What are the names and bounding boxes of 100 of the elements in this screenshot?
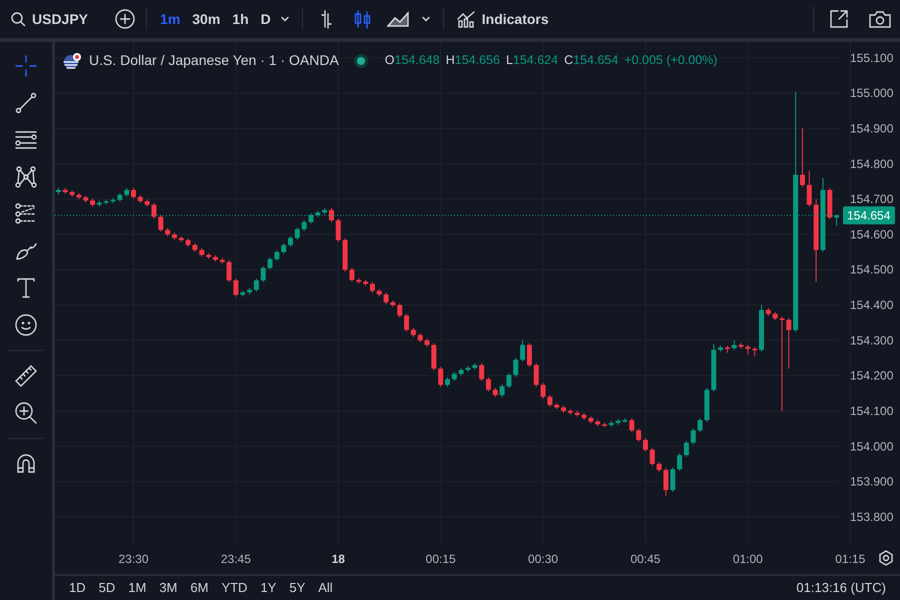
y-axis-label: 154.400 bbox=[850, 298, 894, 312]
chevron-down-icon[interactable] bbox=[420, 14, 431, 24]
candlestick bbox=[500, 384, 505, 398]
x-axis-label: 23:45 bbox=[220, 552, 251, 566]
candlestick bbox=[294, 226, 300, 240]
x-axis-label: 00:30 bbox=[528, 552, 558, 566]
candlestick bbox=[486, 376, 491, 392]
candlestick bbox=[254, 278, 259, 292]
y-axis-label: 154.800 bbox=[850, 156, 894, 171]
candlestick bbox=[370, 282, 375, 294]
search-icon[interactable] bbox=[10, 11, 26, 27]
zoom-in-icon[interactable] bbox=[14, 401, 38, 425]
timeframe-tab[interactable]: 30m bbox=[189, 8, 224, 30]
share-icon[interactable] bbox=[828, 8, 850, 30]
candlestick bbox=[786, 318, 792, 370]
range-button[interactable]: 5Y bbox=[289, 578, 306, 598]
x-axis-label: 23:30 bbox=[118, 552, 149, 566]
ref-line-label: 154.654 bbox=[847, 208, 891, 222]
candlestick bbox=[629, 418, 634, 433]
candlestick bbox=[520, 340, 526, 362]
candlestick bbox=[663, 468, 668, 496]
x-axis-label: 00:15 bbox=[426, 552, 456, 566]
candlestick bbox=[336, 218, 341, 242]
y-axis-label: 154.000 bbox=[850, 439, 894, 454]
candlestick bbox=[260, 266, 266, 283]
y-axis-label: 154.600 bbox=[850, 227, 894, 242]
indicators-icon[interactable] bbox=[456, 9, 476, 29]
y-axis-label: 154.200 bbox=[850, 368, 894, 383]
y-axis-label: 154.500 bbox=[850, 262, 894, 277]
candlestick bbox=[506, 372, 512, 389]
candlestick bbox=[547, 394, 552, 408]
utc-clock[interactable]: 01:13:16 (UTC) bbox=[796, 578, 886, 598]
candlestick bbox=[656, 462, 662, 472]
candlestick bbox=[226, 260, 232, 283]
status-dot-icon bbox=[352, 52, 369, 68]
range-button[interactable]: All bbox=[318, 578, 333, 598]
ohlc-value: O154.648 bbox=[384, 52, 440, 70]
smiley-icon[interactable] bbox=[14, 313, 38, 337]
timeframe-tab[interactable]: 1m bbox=[157, 8, 184, 30]
y-axis-label: 154.100 bbox=[850, 404, 894, 418]
ohlc-value: H154.656 bbox=[446, 52, 500, 70]
candlestick bbox=[684, 440, 689, 458]
candlestick bbox=[268, 256, 273, 270]
candlestick bbox=[397, 302, 402, 318]
candlestick bbox=[670, 466, 676, 492]
candlestick bbox=[233, 278, 238, 298]
range-button[interactable]: 1Y bbox=[260, 578, 276, 598]
candlestick bbox=[642, 438, 648, 452]
add-symbol-icon[interactable] bbox=[114, 8, 136, 30]
candlestick bbox=[650, 448, 655, 466]
candlestick bbox=[131, 188, 136, 200]
candlestick bbox=[384, 292, 389, 304]
candlestick bbox=[690, 428, 696, 445]
current-price-badge: 154.654 bbox=[843, 206, 895, 224]
settings-icon[interactable] bbox=[879, 550, 893, 566]
chevron-down-icon[interactable] bbox=[280, 14, 290, 24]
candlestick bbox=[745, 344, 750, 355]
candlestick bbox=[534, 362, 539, 388]
x-axis-label: 00:45 bbox=[630, 552, 660, 566]
range-button[interactable]: 6M bbox=[190, 578, 208, 598]
candlestick bbox=[526, 342, 532, 368]
candlestick bbox=[404, 313, 410, 332]
candlestick bbox=[540, 382, 546, 400]
y-axis-label: 154.300 bbox=[850, 333, 894, 348]
candlestick bbox=[288, 236, 293, 248]
candlestick bbox=[732, 340, 737, 350]
candlestick bbox=[806, 170, 812, 208]
x-axis-label: 18 bbox=[332, 552, 345, 566]
range-button[interactable]: YTD bbox=[221, 578, 248, 598]
indicators-button[interactable]: Indicators bbox=[456, 8, 549, 30]
candlestick bbox=[800, 128, 805, 188]
candlestick bbox=[636, 428, 642, 442]
range-button[interactable]: 3M bbox=[159, 578, 178, 598]
chart-title: U.S. Dollar / Japanese Yen · 1 · OANDA bbox=[89, 51, 339, 70]
y-axis-label: 154.900 bbox=[850, 122, 894, 136]
candlestick bbox=[302, 220, 307, 232]
x-axis-label: 01:00 bbox=[732, 552, 763, 566]
range-button[interactable]: 5D bbox=[98, 578, 116, 598]
timeframe-tab[interactable]: D bbox=[258, 8, 274, 30]
candlestick bbox=[438, 366, 444, 388]
trend-line-icon[interactable] bbox=[14, 91, 38, 115]
flag-icon bbox=[63, 52, 83, 70]
y-axis-label: 155.100 bbox=[850, 50, 894, 65]
candlestick bbox=[151, 202, 156, 220]
pattern-icon[interactable] bbox=[14, 165, 38, 189]
candlestick bbox=[328, 208, 334, 223]
candlestick bbox=[779, 316, 784, 412]
ohlc-value: C154.654 bbox=[564, 52, 618, 70]
range-button[interactable]: 1M bbox=[128, 578, 146, 598]
price-change: +0.005 (+0.00%) bbox=[624, 52, 718, 70]
candlestick bbox=[677, 452, 682, 472]
y-axis-label: 154.700 bbox=[850, 192, 894, 206]
timeframe-tab[interactable]: 1h bbox=[229, 8, 252, 30]
candlestick bbox=[158, 214, 164, 232]
candlestick bbox=[281, 242, 286, 254]
ruler-icon[interactable] bbox=[14, 364, 38, 388]
symbol-search-button[interactable]: USDJPY bbox=[8, 8, 90, 30]
range-button[interactable]: 1D bbox=[69, 578, 86, 598]
crosshair-icon[interactable] bbox=[14, 54, 38, 78]
candlestick bbox=[349, 267, 354, 282]
